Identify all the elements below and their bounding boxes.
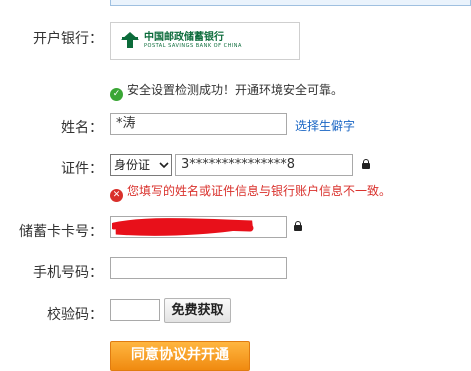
id-label: 证件： (61, 161, 103, 177)
lock-icon (294, 221, 302, 231)
agree-and-open-button[interactable]: 同意协议并开通 (110, 341, 250, 371)
psbc-logo-icon (119, 29, 141, 51)
id-number-input[interactable]: 3***************8 (175, 154, 353, 176)
name-label: 姓名： (61, 120, 103, 136)
security-check-message: ✓ 安全设置检测成功！开通环境安全可靠。 (110, 81, 343, 101)
lock-icon (362, 159, 370, 169)
id-type-selected: 身份证 (114, 158, 151, 172)
x-circle-icon: ✕ (110, 189, 123, 202)
check-circle-icon: ✓ (110, 88, 123, 101)
card-label: 储蓄卡卡号： (19, 224, 103, 240)
verify-code-input[interactable] (110, 299, 160, 321)
phone-label: 手机号码： (33, 265, 103, 281)
get-code-button[interactable]: 免费获取 (164, 298, 231, 323)
redaction-scribble (112, 218, 254, 236)
phone-input[interactable] (110, 257, 287, 279)
verify-label: 校验码： (47, 307, 103, 323)
bank-logo: 中国邮政储蓄银行 POSTAL SAVINGS BANK OF CHINA (110, 22, 300, 60)
rare-char-link[interactable]: 选择生僻字 (295, 117, 355, 134)
bank-name-en: POSTAL SAVINGS BANK OF CHINA (144, 43, 242, 49)
error-text: 您填写的姓名或证件信息与银行账户信息不一致。 (127, 184, 392, 198)
name-input[interactable]: *涛 (110, 113, 287, 135)
id-mismatch-error: ✕ 您填写的姓名或证件信息与银行账户信息不一致。 (110, 182, 391, 202)
bank-name-cn: 中国邮政储蓄银行 (144, 32, 224, 43)
bank-label: 开户银行： (33, 31, 103, 47)
security-ok-text: 安全设置检测成功！开通环境安全可靠。 (127, 83, 344, 97)
chevron-down-icon (159, 162, 169, 169)
id-type-select[interactable]: 身份证 (110, 154, 172, 176)
top-notice-bar (110, 0, 471, 6)
